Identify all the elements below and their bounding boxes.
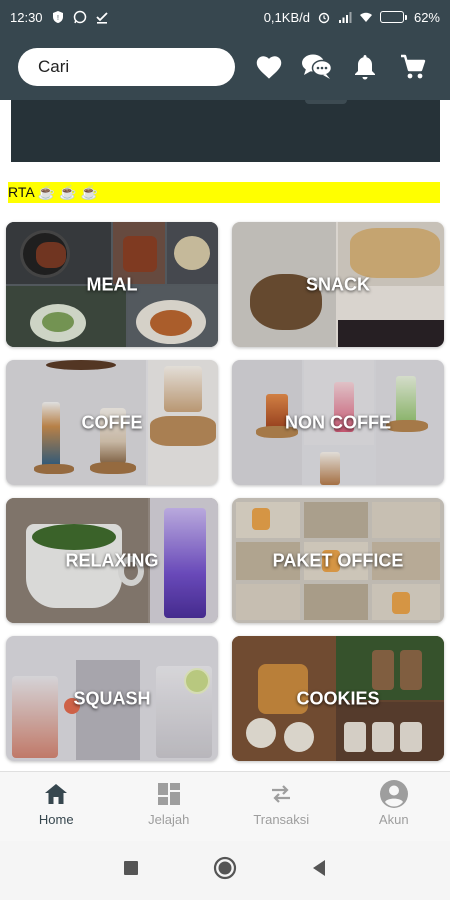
- bottom-navigation: Home Jelajah Transaksi Akun: [0, 771, 450, 841]
- network-speed: 0,1KB/d: [263, 9, 310, 25]
- category-card-non-coffe[interactable]: NON COFFE: [232, 360, 444, 485]
- cart-icon: [401, 54, 426, 79]
- category-label: COFFE: [81, 412, 143, 432]
- nav-label: Home: [38, 812, 74, 827]
- category-card-paket-office[interactable]: PAKET OFFICE: [232, 498, 444, 623]
- category-card-relaxing[interactable]: RELAXING: [6, 498, 218, 623]
- home-system-button[interactable]: [213, 856, 237, 885]
- swap-icon: [272, 785, 291, 803]
- category-label: NON COFFE: [285, 412, 391, 432]
- search-input[interactable]: [18, 48, 235, 86]
- wishlist-button[interactable]: [252, 50, 286, 84]
- category-label: SQUASH: [73, 688, 151, 708]
- nav-label: Jelajah: [148, 812, 190, 827]
- chat-icon: [302, 54, 333, 79]
- category-label: SNACK: [305, 274, 370, 294]
- notification-button[interactable]: [348, 50, 382, 84]
- category-label: MEAL: [86, 274, 138, 294]
- square-icon: [124, 861, 138, 875]
- category-card-snack[interactable]: SNACK: [232, 222, 444, 347]
- category-card-meal[interactable]: MEAL: [6, 222, 218, 347]
- category-card-coffe[interactable]: COFFE: [6, 360, 218, 485]
- nav-item-akun[interactable]: Akun: [338, 772, 450, 841]
- svg-text:!: !: [57, 15, 59, 22]
- nav-item-jelajah[interactable]: Jelajah: [113, 772, 226, 841]
- battery-icon: [379, 11, 407, 23]
- heart-icon: [256, 56, 282, 79]
- nav-item-transaksi[interactable]: Transaksi: [225, 772, 338, 841]
- account-icon: [379, 780, 408, 808]
- alarm-icon: [318, 12, 330, 24]
- system-navigation-bar: [0, 841, 450, 900]
- recents-button[interactable]: [123, 860, 139, 881]
- nav-item-home[interactable]: Home: [0, 772, 113, 841]
- category-grid: MEAL SNACK COFFE NON COFFE RELAXING PAKE…: [6, 222, 444, 761]
- status-bar: 12:30 ! 0,1KB/d 62%: [0, 0, 450, 34]
- dashboard-icon: [157, 783, 180, 805]
- back-triangle-icon: [313, 860, 325, 876]
- category-card-cookies[interactable]: COOKIES: [232, 636, 444, 761]
- signal-icon: [338, 12, 352, 23]
- nav-label: Transaksi: [253, 812, 310, 827]
- promo-banner[interactable]: [11, 100, 440, 162]
- chat-button[interactable]: [300, 50, 334, 84]
- whatsapp-icon: [73, 10, 86, 24]
- category-label: PAKET OFFICE: [272, 550, 404, 570]
- home-icon: [45, 784, 68, 804]
- download-done-icon: [95, 12, 108, 24]
- shield-icon: !: [52, 11, 63, 23]
- back-button[interactable]: [311, 859, 327, 882]
- category-label: COOKIES: [296, 688, 380, 708]
- running-text: RTA ☕ ☕ ☕: [8, 182, 440, 203]
- running-text-label: RTA ☕ ☕ ☕: [8, 184, 98, 200]
- bell-icon: [355, 55, 375, 80]
- wifi-icon: [359, 12, 372, 22]
- category-label: RELAXING: [65, 550, 159, 570]
- circle-icon: [213, 856, 237, 880]
- battery-percent: 62%: [413, 9, 440, 25]
- category-card-squash[interactable]: SQUASH: [6, 636, 218, 761]
- status-time: 12:30: [10, 9, 43, 25]
- app-bar: [0, 34, 450, 100]
- cart-button[interactable]: [396, 50, 430, 84]
- nav-label: Akun: [378, 812, 409, 827]
